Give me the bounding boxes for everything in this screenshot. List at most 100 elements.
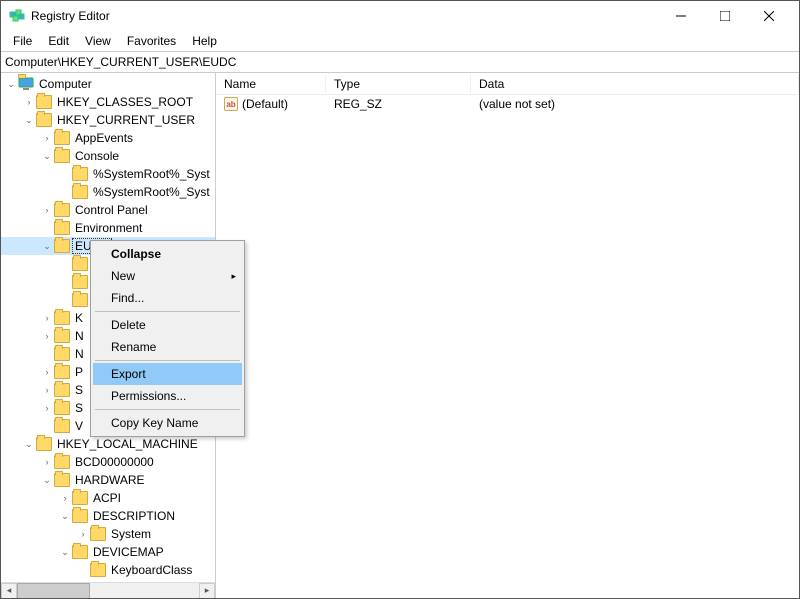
address-input[interactable] [5, 55, 795, 69]
value-data-cell: (value not set) [471, 96, 799, 112]
tree-label: Computer [37, 77, 94, 91]
separator [95, 409, 240, 410]
folder-icon [54, 383, 70, 397]
ctx-rename[interactable]: Rename [93, 336, 242, 358]
twisty-collapsed-icon[interactable]: › [41, 366, 53, 378]
ctx-permissions[interactable]: Permissions... [93, 385, 242, 407]
folder-icon [54, 131, 70, 145]
twisty-expanded-icon[interactable]: ⌄ [59, 546, 71, 558]
tree-horizontal-scrollbar[interactable]: ◂ ▸ [1, 582, 215, 598]
tree-hkcu[interactable]: ⌄ HKEY_CURRENT_USER [1, 111, 215, 129]
values-header: Name Type Data [216, 73, 799, 95]
column-type[interactable]: Type [326, 75, 471, 93]
folder-icon [72, 491, 88, 505]
twisty-expanded-icon[interactable]: ⌄ [23, 438, 35, 450]
column-data[interactable]: Data [471, 75, 799, 93]
twisty-collapsed-icon[interactable]: › [41, 330, 53, 342]
folder-icon [54, 203, 70, 217]
ctx-export[interactable]: Export [93, 363, 242, 385]
tree-environment[interactable]: Environment [1, 219, 215, 237]
twisty-expanded-icon[interactable]: ⌄ [5, 78, 17, 90]
ctx-delete[interactable]: Delete [93, 314, 242, 336]
menu-favorites[interactable]: Favorites [119, 32, 184, 50]
twisty-collapsed-icon[interactable]: › [41, 132, 53, 144]
ctx-collapse[interactable]: Collapse [93, 243, 242, 265]
twisty-collapsed-icon[interactable]: › [41, 402, 53, 414]
folder-icon [36, 437, 52, 451]
scroll-left-button[interactable]: ◂ [1, 583, 17, 599]
tree-label: P [73, 365, 85, 379]
menu-file[interactable]: File [5, 32, 40, 50]
twisty-expanded-icon[interactable]: ⌄ [41, 240, 53, 252]
tree-label: HKEY_LOCAL_MACHINE [55, 437, 200, 451]
value-row[interactable]: ab (Default) REG_SZ (value not set) [216, 95, 799, 113]
folder-icon [54, 347, 70, 361]
tree-acpi[interactable]: ›ACPI [1, 489, 215, 507]
separator [95, 360, 240, 361]
ctx-new[interactable]: New ▸ [93, 265, 242, 287]
tree-label: HARDWARE [73, 473, 147, 487]
submenu-arrow-icon: ▸ [231, 271, 236, 282]
folder-icon [54, 365, 70, 379]
tree-sysroot1[interactable]: %SystemRoot%_Syst [1, 165, 215, 183]
tree-appevents[interactable]: › AppEvents [1, 129, 215, 147]
twisty-expanded-icon[interactable]: ⌄ [23, 114, 35, 126]
values-pane: Name Type Data ab (Default) REG_SZ (valu… [216, 73, 799, 598]
folder-icon [72, 509, 88, 523]
menu-help[interactable]: Help [184, 32, 225, 50]
tree-keyboardclass[interactable]: KeyboardClass [1, 561, 215, 579]
value-type-cell: REG_SZ [326, 96, 471, 112]
twisty-expanded-icon[interactable]: ⌄ [41, 150, 53, 162]
twisty-expanded-icon[interactable]: ⌄ [41, 474, 53, 486]
folder-icon [54, 311, 70, 325]
tree-console[interactable]: ⌄ Console [1, 147, 215, 165]
folder-icon [54, 221, 70, 235]
folder-icon [54, 239, 70, 253]
tree-hkcr[interactable]: › HKEY_CLASSES_ROOT [1, 93, 215, 111]
tree-label: N [73, 329, 86, 343]
close-button[interactable] [747, 1, 791, 31]
tree-label: S [73, 401, 85, 415]
tree-context-menu: Collapse New ▸ Find... Delete Rename Exp… [90, 240, 245, 437]
twisty-collapsed-icon[interactable]: › [41, 384, 53, 396]
titlebar[interactable]: Registry Editor [1, 1, 799, 31]
folder-icon [72, 293, 88, 307]
tree-hardware[interactable]: ⌄ HARDWARE [1, 471, 215, 489]
tree-system[interactable]: › System [1, 525, 215, 543]
twisty-collapsed-icon[interactable]: › [59, 492, 71, 504]
twisty-expanded-icon[interactable]: ⌄ [59, 510, 71, 522]
tree-devicemap[interactable]: ⌄DEVICEMAP [1, 543, 215, 561]
menu-edit[interactable]: Edit [40, 32, 77, 50]
folder-icon [90, 563, 106, 577]
folder-icon [72, 257, 88, 271]
window-controls [659, 1, 791, 31]
twisty-collapsed-icon[interactable]: › [41, 312, 53, 324]
twisty-collapsed-icon[interactable]: › [77, 528, 89, 540]
scroll-right-button[interactable]: ▸ [199, 583, 215, 599]
menu-view[interactable]: View [77, 32, 119, 50]
column-name[interactable]: Name [216, 75, 326, 93]
minimize-button[interactable] [659, 1, 703, 31]
tree-label: N [73, 347, 86, 361]
ctx-copy-key-name[interactable]: Copy Key Name [93, 412, 242, 434]
twisty-collapsed-icon[interactable]: › [41, 456, 53, 468]
folder-icon [72, 275, 88, 289]
tree-label: HKEY_CURRENT_USER [55, 113, 197, 127]
ctx-new-label: New [111, 269, 135, 283]
tree-hklm[interactable]: ⌄ HKEY_LOCAL_MACHINE [1, 435, 215, 453]
tree-root-computer[interactable]: ⌄ Computer [1, 75, 215, 93]
scroll-track[interactable] [17, 583, 199, 599]
tree-sysroot2[interactable]: %SystemRoot%_Syst [1, 183, 215, 201]
ctx-find[interactable]: Find... [93, 287, 242, 309]
tree-controlpanel[interactable]: › Control Panel [1, 201, 215, 219]
tree-bcd[interactable]: ›BCD00000000 [1, 453, 215, 471]
tree-label: K [73, 311, 85, 325]
scroll-thumb[interactable] [17, 583, 90, 599]
twisty-collapsed-icon[interactable]: › [23, 96, 35, 108]
tree-label: Environment [73, 221, 144, 235]
twisty-collapsed-icon[interactable]: › [41, 204, 53, 216]
tree-description[interactable]: ⌄DESCRIPTION [1, 507, 215, 525]
maximize-button[interactable] [703, 1, 747, 31]
app-icon [9, 8, 25, 24]
tree-label: System [109, 527, 153, 541]
